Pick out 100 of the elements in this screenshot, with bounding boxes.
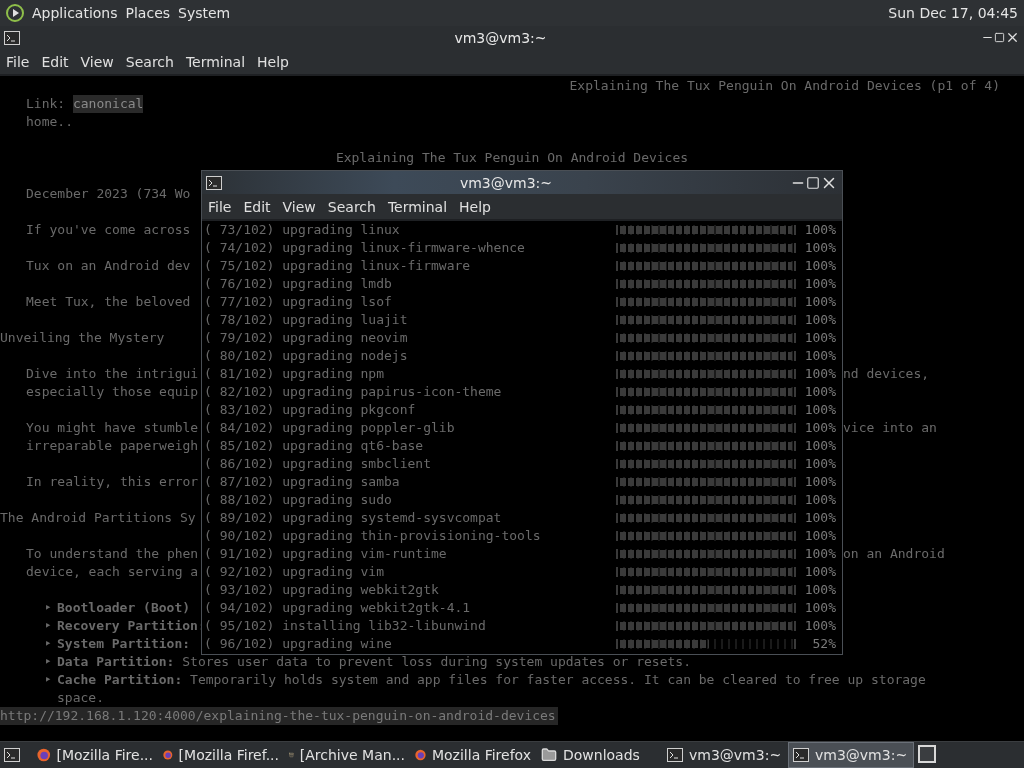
package-line: ( 88/102) upgrading sudo <box>204 491 393 509</box>
article-text: You might have stumble <box>26 419 199 437</box>
article-text: December 2023 (734 Wo <box>26 185 191 203</box>
maximize-icon[interactable] <box>994 32 1005 43</box>
menu-item[interactable]: Terminal <box>387 198 448 215</box>
article-heading: Unveiling the Mystery <box>0 329 165 347</box>
bullet-text: Data Partition: Stores user data to prevent loss during system updates or resets. <box>57 653 691 671</box>
terminal-icon <box>793 748 809 762</box>
taskbar-item[interactable]: [Mozilla Firef... <box>158 742 284 768</box>
article-text: Tux on an Android dev <box>26 257 191 275</box>
package-line: ( 84/102) upgrading poppler-glib <box>204 419 456 437</box>
article-text: home.. <box>26 113 73 131</box>
menu-item[interactable]: View <box>282 198 316 215</box>
taskbar-item[interactable]: vm3@vm3:~ <box>788 742 914 768</box>
article-text: device, each serving a <box>26 563 199 581</box>
article-text: In reality, this error <box>26 473 199 491</box>
taskbar-item[interactable]: [Mozilla Fire... <box>32 742 158 768</box>
taskbar-item[interactable]: [Archive Man... <box>284 742 410 768</box>
article-heading: Explaining The Tux Penguin On Android Devices <box>335 149 689 167</box>
window-title: vm3@vm3:~ <box>453 29 548 46</box>
terminal-icon <box>4 748 20 762</box>
menu-item[interactable]: Help <box>459 198 491 215</box>
bullet-mark: ‣ <box>44 671 52 689</box>
menu-item[interactable]: Help <box>257 53 289 70</box>
bullet-text: space. <box>57 689 104 707</box>
progress-reading: 100% <box>803 311 836 329</box>
package-line: ( 80/102) upgrading nodejs <box>204 347 409 365</box>
taskbar-item[interactable]: vm3@vm3:~ <box>662 742 788 768</box>
progress-reading: 100% <box>803 617 836 635</box>
page-indicator: Explaining The Tux Penguin On Android Devices (p1 of 4) <box>569 77 1000 95</box>
article-text: especially those equip <box>26 383 199 401</box>
panel-menu[interactable]: Places <box>125 5 171 21</box>
browser-icon <box>37 747 51 763</box>
menu-item[interactable]: Search <box>125 53 174 70</box>
bullet-mark: ‣ <box>44 617 52 635</box>
package-line: ( 96/102) upgrading wine <box>204 635 393 653</box>
article-text: nd devices, <box>843 365 931 383</box>
terminal-icon <box>206 175 222 190</box>
package-line: ( 94/102) upgrading webkit2gtk-4.1 <box>204 599 472 617</box>
clock[interactable]: Sun Dec 17, 04:45 <box>888 5 1018 21</box>
menu-item[interactable]: Terminal <box>185 53 246 70</box>
package-line: ( 87/102) upgrading samba <box>204 473 401 491</box>
menu-item[interactable]: Search <box>327 198 376 215</box>
package-line: ( 76/102) upgrading lmdb <box>204 275 393 293</box>
panel-menu[interactable]: Applications <box>32 5 118 21</box>
progress-reading: 100% <box>803 419 836 437</box>
package-line: ( 95/102) installing lib32-libunwind <box>204 617 487 635</box>
progress-reading: 52% <box>811 635 836 653</box>
package-line: ( 81/102) upgrading npm <box>204 365 385 383</box>
package-line: ( 82/102) upgrading papirus-icon-theme <box>204 383 503 401</box>
progress-reading: 100% <box>803 509 836 527</box>
package-line: ( 92/102) upgrading vim <box>204 563 385 581</box>
taskbar-item[interactable]: Downloads <box>536 742 662 768</box>
bullet-text: Bootloader (Boot) <box>57 599 191 617</box>
package-line: ( 79/102) upgrading neovim <box>204 329 409 347</box>
close-icon[interactable] <box>1005 30 1020 45</box>
package-line: ( 73/102) upgrading linux <box>204 221 401 239</box>
progress-reading: 100% <box>803 527 836 545</box>
distro-logo-icon[interactable] <box>6 4 24 22</box>
package-line: ( 85/102) upgrading qt6-base <box>204 437 425 455</box>
menu-item[interactable]: View <box>80 53 114 70</box>
package-line: ( 93/102) upgrading webkit2gtk <box>204 581 440 599</box>
progress-reading: 100% <box>803 401 836 419</box>
package-line: ( 77/102) upgrading lsof <box>204 293 393 311</box>
progress-reading: 100% <box>803 239 836 257</box>
menu-item[interactable]: File <box>6 53 30 70</box>
progress-reading: 100% <box>803 293 836 311</box>
taskbar-item[interactable]: Mozilla Firefox <box>410 742 536 768</box>
progress-reading: 100% <box>803 275 836 293</box>
menu-item[interactable]: File <box>208 198 232 215</box>
progress-reading: 100% <box>803 455 836 473</box>
progress-reading: 100% <box>803 347 836 365</box>
terminal-icon <box>667 748 683 762</box>
progress-reading: 100% <box>803 599 836 617</box>
maximize-icon[interactable] <box>806 175 820 190</box>
link[interactable]: canonical <box>72 95 144 113</box>
article-text: vice into an <box>843 419 938 437</box>
progress-reading: 100% <box>803 563 836 581</box>
article-text: Meet Tux, the beloved <box>26 293 191 311</box>
bullet-text: Recovery Partition: <box>57 617 206 635</box>
article-text: If you've come across <box>26 221 191 239</box>
progress-reading: 100% <box>803 437 836 455</box>
package-line: ( 86/102) upgrading smbclient <box>204 455 432 473</box>
bullet-mark: ‣ <box>44 599 52 617</box>
package-line: ( 75/102) upgrading linux-firmware <box>204 257 472 275</box>
folder-icon <box>541 747 557 763</box>
bullet-mark: ‣ <box>44 653 52 671</box>
terminal-icon <box>4 30 20 45</box>
article-text: Link: <box>26 95 66 113</box>
article-text: on an Android <box>843 545 946 563</box>
progress-reading: 100% <box>803 545 836 563</box>
package-line: ( 91/102) upgrading vim-runtime <box>204 545 448 563</box>
workspace-switcher[interactable] <box>918 745 936 763</box>
progress-reading: 100% <box>803 491 836 509</box>
panel-menu[interactable]: System <box>178 5 231 21</box>
package-line: ( 83/102) upgrading pkgconf <box>204 401 417 419</box>
progress-reading: 100% <box>803 581 836 599</box>
progress-reading: 100% <box>803 221 836 239</box>
menu-item[interactable]: Edit <box>41 53 69 70</box>
menu-item[interactable]: Edit <box>243 198 271 215</box>
